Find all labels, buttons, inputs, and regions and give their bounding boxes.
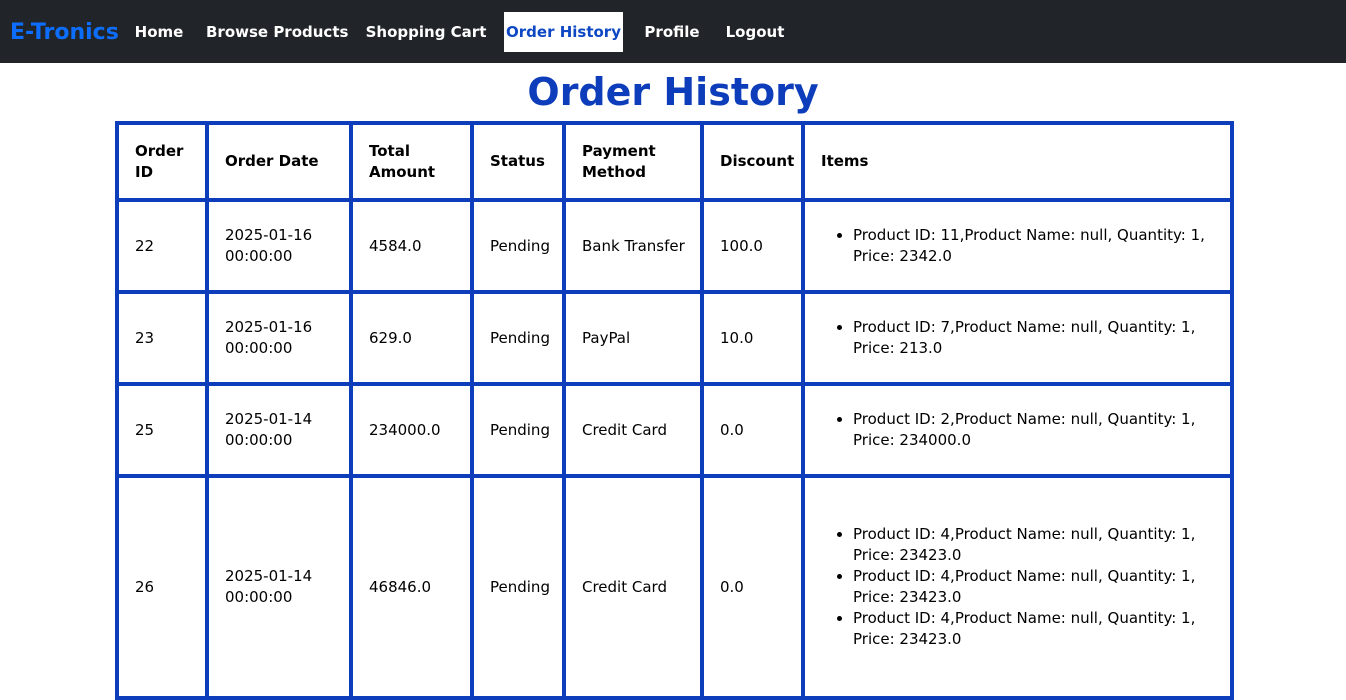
table-row: 26 2025-01-14 00:00:00 46846.0 Pending C… (115, 474, 1234, 700)
cell-discount: 0.0 (700, 382, 805, 478)
cell-order-id: 22 (115, 198, 209, 294)
cell-order-date: 2025-01-14 00:00:00 (205, 382, 353, 478)
order-history-table: Order ID Order Date Total Amount Status … (115, 121, 1234, 700)
cell-items: Product ID: 4,Product Name: null, Quanti… (801, 474, 1234, 700)
list-item: Product ID: 4,Product Name: null, Quanti… (853, 608, 1216, 650)
cell-payment-method: Bank Transfer (562, 198, 704, 294)
cell-discount: 0.0 (700, 474, 805, 700)
cell-order-id: 23 (115, 290, 209, 386)
items-list: Product ID: 2,Product Name: null, Quanti… (821, 409, 1216, 451)
nav-profile[interactable]: Profile (639, 12, 705, 52)
navbar: E-Tronics Home Browse Products Shopping … (0, 0, 1346, 63)
items-list: Product ID: 11,Product Name: null, Quant… (821, 225, 1216, 267)
header-total-amount: Total Amount (349, 121, 474, 202)
header-status: Status (470, 121, 566, 202)
table-row: 22 2025-01-16 00:00:00 4584.0 Pending Ba… (115, 198, 1234, 294)
table-row: 23 2025-01-16 00:00:00 629.0 Pending Pay… (115, 290, 1234, 386)
table-row: 25 2025-01-14 00:00:00 234000.0 Pending … (115, 382, 1234, 478)
items-list: Product ID: 4,Product Name: null, Quanti… (821, 524, 1216, 650)
list-item: Product ID: 11,Product Name: null, Quant… (853, 225, 1216, 267)
cell-payment-method: Credit Card (562, 474, 704, 700)
cell-total-amount: 4584.0 (349, 198, 474, 294)
cell-total-amount: 629.0 (349, 290, 474, 386)
items-list: Product ID: 7,Product Name: null, Quanti… (821, 317, 1216, 359)
cell-status: Pending (470, 474, 566, 700)
cell-order-date: 2025-01-14 00:00:00 (205, 474, 353, 700)
list-item: Product ID: 4,Product Name: null, Quanti… (853, 566, 1216, 608)
cell-discount: 100.0 (700, 198, 805, 294)
cell-order-id: 26 (115, 474, 209, 700)
list-item: Product ID: 7,Product Name: null, Quanti… (853, 317, 1216, 359)
cell-total-amount: 234000.0 (349, 382, 474, 478)
cell-status: Pending (470, 198, 566, 294)
header-payment-method: Payment Method (562, 121, 704, 202)
cell-payment-method: Credit Card (562, 382, 704, 478)
header-order-date: Order Date (205, 121, 353, 202)
cell-total-amount: 46846.0 (349, 474, 474, 700)
cell-order-id: 25 (115, 382, 209, 478)
list-item: Product ID: 4,Product Name: null, Quanti… (853, 524, 1216, 566)
nav-shopping-cart[interactable]: Shopping Cart (363, 12, 489, 52)
brand-logo[interactable]: E-Tronics (10, 19, 119, 47)
cell-items: Product ID: 11,Product Name: null, Quant… (801, 198, 1234, 294)
nav-order-history[interactable]: Order History (504, 12, 623, 52)
header-discount: Discount (700, 121, 805, 202)
cell-discount: 10.0 (700, 290, 805, 386)
list-item: Product ID: 2,Product Name: null, Quanti… (853, 409, 1216, 451)
nav-logout[interactable]: Logout (720, 12, 790, 52)
nav-browse-products[interactable]: Browse Products (206, 12, 348, 52)
cell-items: Product ID: 7,Product Name: null, Quanti… (801, 290, 1234, 386)
page-title: Order History (527, 70, 819, 114)
header-order-id: Order ID (115, 121, 209, 202)
nav-home[interactable]: Home (129, 12, 189, 52)
cell-status: Pending (470, 382, 566, 478)
cell-status: Pending (470, 290, 566, 386)
cell-items: Product ID: 2,Product Name: null, Quanti… (801, 382, 1234, 478)
header-items: Items (801, 121, 1234, 202)
cell-order-date: 2025-01-16 00:00:00 (205, 198, 353, 294)
cell-order-date: 2025-01-16 00:00:00 (205, 290, 353, 386)
cell-payment-method: PayPal (562, 290, 704, 386)
table-header-row: Order ID Order Date Total Amount Status … (115, 121, 1234, 202)
